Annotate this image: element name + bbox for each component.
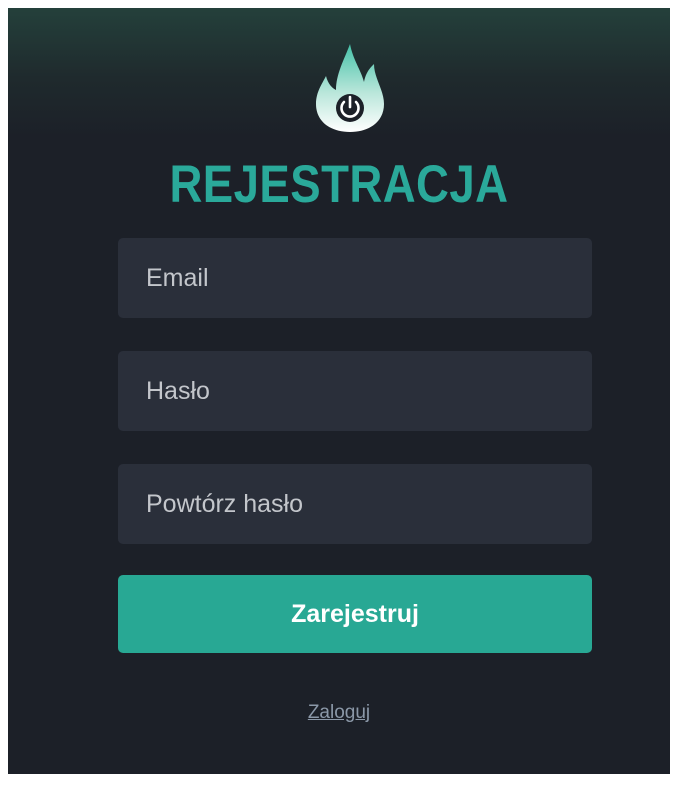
register-button[interactable]: Zarejestruj	[118, 575, 592, 653]
login-link[interactable]: Zaloguj	[308, 702, 370, 723]
register-panel: REJESTRACJA Zarejestruj Zaloguj	[8, 8, 670, 774]
login-link-container: Zaloguj	[8, 701, 670, 725]
email-field[interactable]	[118, 238, 592, 318]
page-title: REJESTRACJA	[169, 155, 509, 214]
repeat-password-field[interactable]	[118, 464, 592, 544]
password-field[interactable]	[118, 351, 592, 431]
flame-power-icon	[314, 42, 386, 134]
